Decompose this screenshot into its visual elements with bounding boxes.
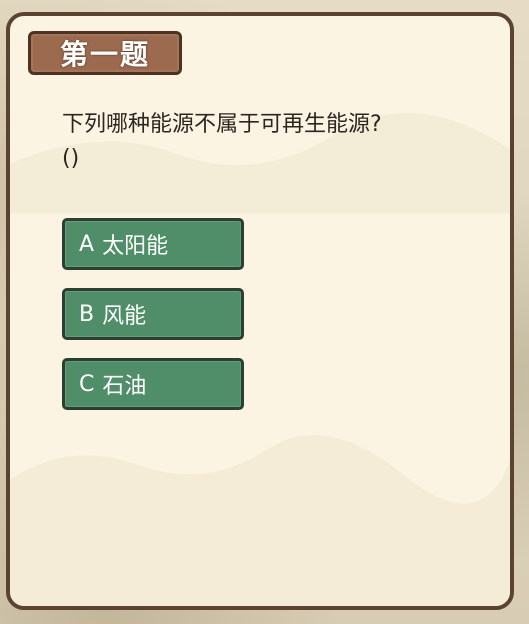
option-c-button[interactable]: C 石油 bbox=[62, 358, 244, 410]
option-b-label: 风能 bbox=[102, 304, 147, 329]
option-a-label: 太阳能 bbox=[102, 234, 169, 259]
answer-blank: () bbox=[62, 146, 80, 171]
question-prompt: 下列哪种能源不属于可再生能源? bbox=[62, 112, 382, 137]
option-c-label: 石油 bbox=[102, 374, 147, 399]
option-b-button[interactable]: B 风能 bbox=[62, 288, 244, 340]
question-card: 第一题 下列哪种能源不属于可再生能源? () A 太阳能 B 风能 C 石油 bbox=[6, 12, 514, 610]
option-a-button[interactable]: A 太阳能 bbox=[62, 218, 244, 270]
option-c-letter: C bbox=[79, 371, 95, 397]
question-text: 下列哪种能源不属于可再生能源? () bbox=[62, 108, 482, 176]
question-number-tag: 第一题 bbox=[28, 31, 182, 75]
option-a-letter: A bbox=[79, 231, 95, 257]
option-b-letter: B bbox=[79, 301, 95, 327]
